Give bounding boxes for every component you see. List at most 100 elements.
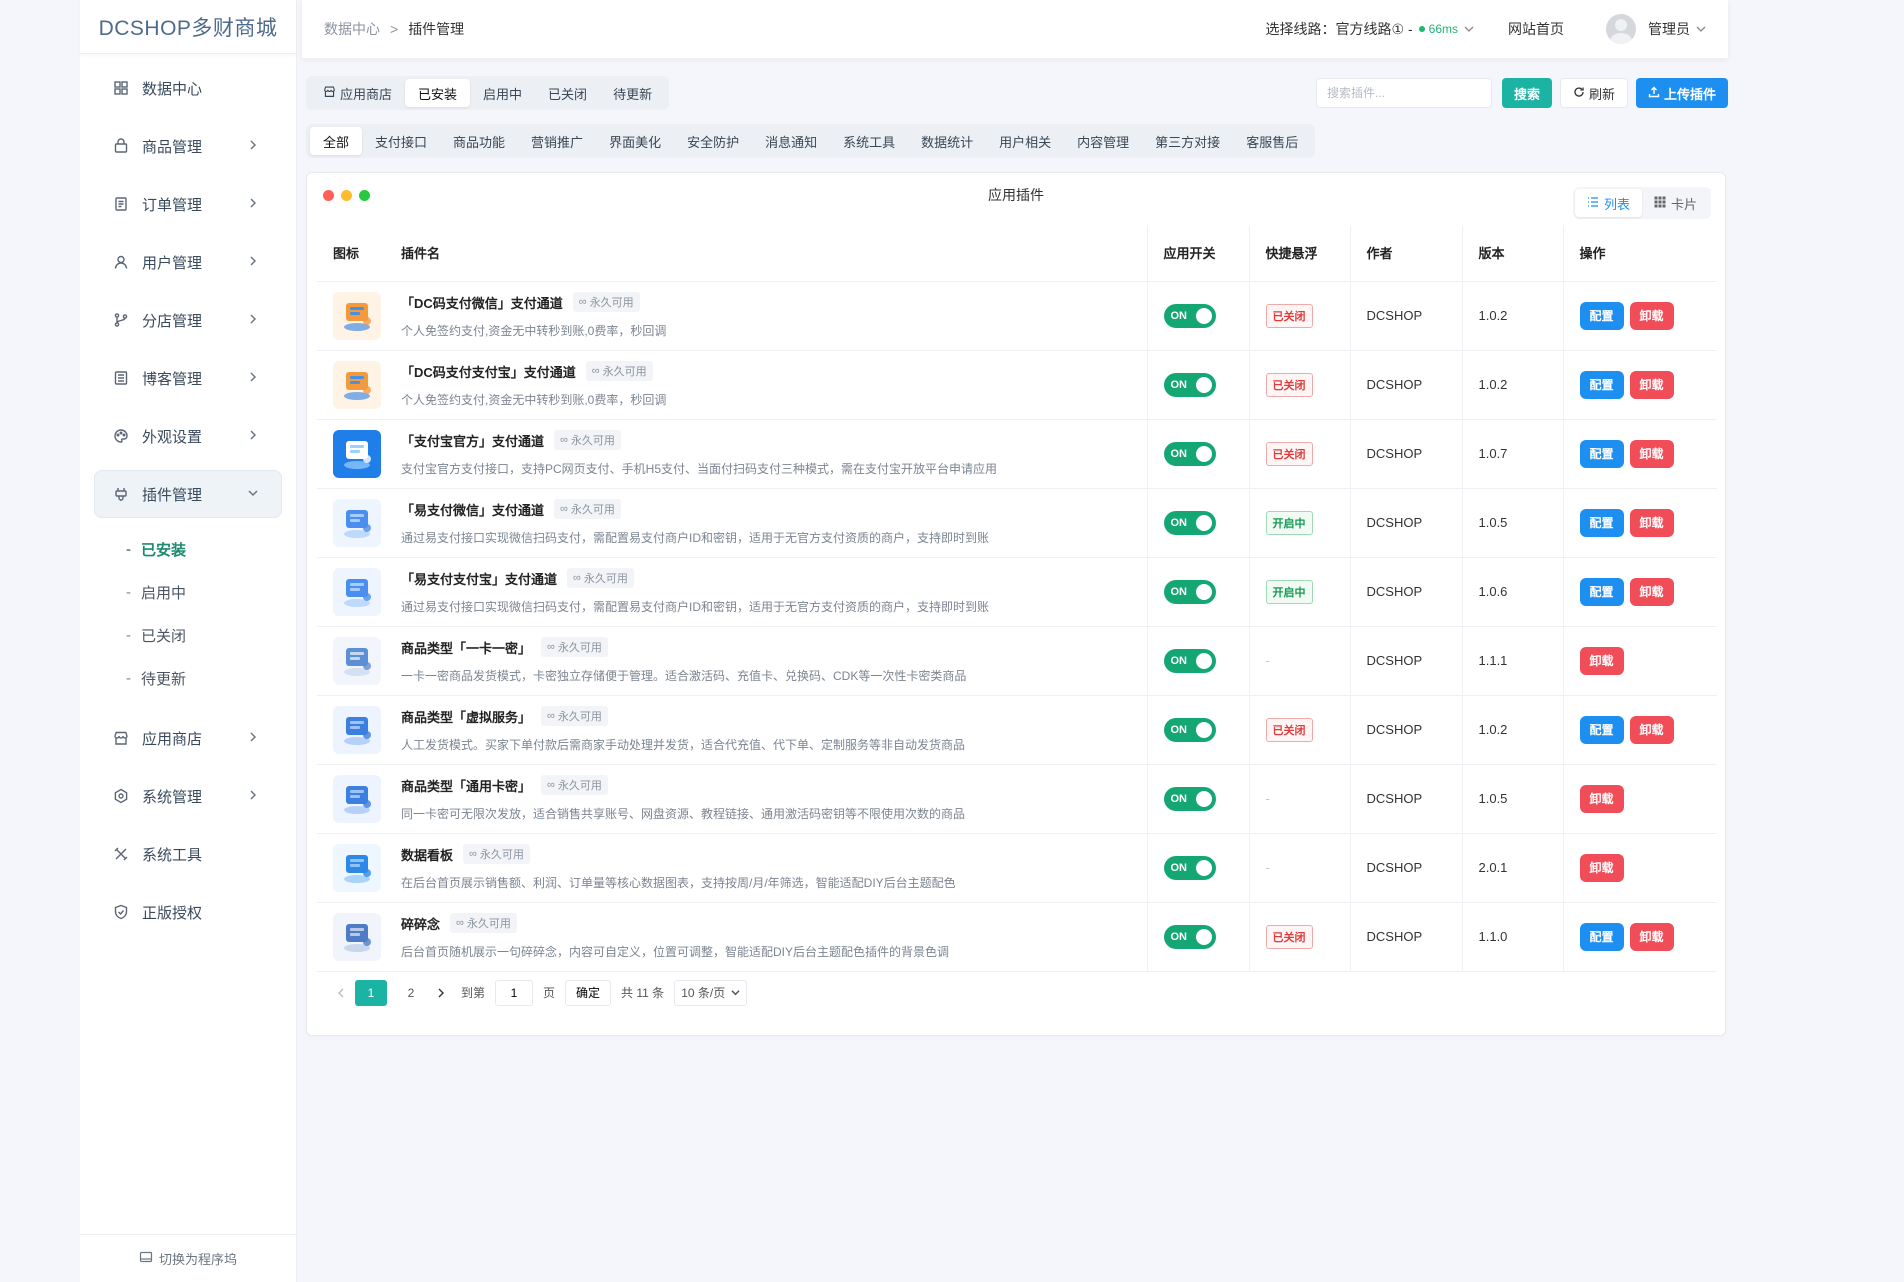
uninstall-button[interactable]: 卸载 (1579, 784, 1624, 813)
float-status-badge[interactable]: 已关闭 (1265, 717, 1313, 742)
uninstall-button[interactable]: 卸载 (1579, 646, 1624, 675)
uninstall-button[interactable]: 卸载 (1629, 922, 1674, 951)
config-button[interactable]: 配置 (1579, 577, 1624, 606)
uninstall-button[interactable]: 卸载 (1629, 370, 1674, 399)
refresh-button[interactable]: 刷新 (1559, 78, 1628, 108)
category-tab[interactable]: 内容管理 (1064, 127, 1142, 155)
category-tab[interactable]: 全部 (310, 127, 363, 155)
app-switch-toggle[interactable]: ON (1163, 855, 1216, 880)
app-switch-toggle[interactable]: ON (1163, 648, 1216, 673)
sidebar-item-blog[interactable]: 博客管理 (94, 354, 282, 402)
plugin-name: 「DC码支付微信」支付通道 (401, 295, 563, 311)
uninstall-button[interactable]: 卸载 (1629, 715, 1674, 744)
infinity-icon: ∞ (578, 296, 587, 308)
sidebar-item-dashboard[interactable]: 数据中心 (94, 64, 282, 112)
config-button[interactable]: 配置 (1579, 439, 1624, 468)
sidebar-item-orders[interactable]: 订单管理 (94, 180, 282, 228)
tab-updates[interactable]: 待更新 (600, 79, 665, 107)
tab-installed[interactable]: 已安装 (405, 79, 471, 107)
category-tab[interactable]: 客服售后 (1233, 127, 1311, 155)
config-button[interactable]: 配置 (1579, 508, 1624, 537)
page-1-button[interactable]: 1 (355, 979, 387, 1006)
upload-plugin-button[interactable]: 上传插件 (1635, 78, 1728, 108)
chevron-right-icon (248, 371, 258, 385)
float-status-badge[interactable]: 已关闭 (1265, 303, 1313, 328)
actions-cell: 配置 卸载 (1562, 902, 1717, 972)
prev-page-button[interactable] (331, 988, 351, 998)
category-tab[interactable]: 第三方对接 (1142, 127, 1233, 155)
sidebar-sub-installed[interactable]: - 已安装 (80, 528, 296, 571)
app-switch-toggle[interactable]: ON (1163, 717, 1216, 742)
app-switch-toggle[interactable]: ON (1163, 372, 1216, 397)
uninstall-button[interactable]: 卸载 (1629, 301, 1674, 330)
app-switch-toggle[interactable]: ON (1163, 786, 1216, 811)
sidebar-item-plugins[interactable]: 插件管理 (94, 470, 282, 518)
view-list-button[interactable]: 列表 (1574, 189, 1642, 217)
uninstall-button[interactable]: 卸载 (1629, 439, 1674, 468)
category-tab[interactable]: 商品功能 (440, 127, 518, 155)
category-tab[interactable]: 界面美化 (596, 127, 674, 155)
app-switch-toggle[interactable]: ON (1163, 579, 1216, 604)
float-status-badge[interactable]: 已关闭 (1265, 441, 1313, 466)
config-button[interactable]: 配置 (1579, 922, 1624, 951)
view-card-button[interactable]: 卡片 (1642, 189, 1709, 217)
sidebar-item-products[interactable]: 商品管理 (94, 122, 282, 170)
category-tab[interactable]: 系统工具 (830, 127, 908, 155)
uninstall-button[interactable]: 卸载 (1629, 577, 1674, 606)
category-tab[interactable]: 数据统计 (908, 127, 986, 155)
goto-page-input[interactable] (495, 979, 534, 1006)
app-switch-toggle[interactable]: ON (1163, 924, 1216, 949)
float-status-badge[interactable]: 已关闭 (1265, 924, 1313, 949)
line-selector[interactable]: 选择线路：官方线路① - 66ms (1266, 19, 1474, 39)
sidebar-sub-enabled[interactable]: - 启用中 (80, 571, 296, 614)
app-switch-toggle[interactable]: ON (1163, 510, 1216, 535)
search-input[interactable] (1315, 78, 1492, 108)
sidebar-item-license[interactable]: 正版授权 (94, 888, 282, 936)
switch-dock-button[interactable]: 切换为程序坞 (80, 1234, 296, 1282)
table-row: 数据看板 ∞ 永久可用 在后台首页展示销售额、利润、订单量等核心数据图表，支持按周… (317, 833, 1717, 903)
plugin-icon-cell (317, 764, 385, 834)
site-home-link[interactable]: 网站首页 (1508, 19, 1564, 39)
category-tab[interactable]: 营销推广 (518, 127, 596, 155)
status-dot-icon (1418, 26, 1425, 32)
search-button[interactable]: 搜索 (1501, 78, 1552, 108)
plugin-name: 「DC码支付支付宝」支付通道 (401, 364, 576, 380)
sidebar-item-users[interactable]: 用户管理 (94, 238, 282, 286)
category-tab[interactable]: 消息通知 (752, 127, 830, 155)
avatar[interactable] (1606, 14, 1636, 44)
breadcrumb-root[interactable]: 数据中心 (324, 19, 380, 39)
sidebar-item-branches[interactable]: 分店管理 (94, 296, 282, 344)
config-button[interactable]: 配置 (1579, 370, 1624, 399)
float-status-badge[interactable]: 开启中 (1265, 579, 1313, 604)
panel-header: 应用插件 列表 卡片 (307, 173, 1725, 225)
next-page-button[interactable] (431, 988, 451, 998)
sidebar-item-system[interactable]: 系统管理 (94, 772, 282, 820)
tab-enabled[interactable]: 启用中 (470, 79, 535, 107)
sidebar-item-store[interactable]: 应用商店 (94, 714, 282, 762)
page-2-button[interactable]: 2 (395, 980, 427, 1006)
sidebar-item-tools[interactable]: 系统工具 (94, 830, 282, 878)
tab-app-store[interactable]: 应用商店 (310, 79, 405, 107)
plugin-icon-cell (317, 557, 385, 627)
goto-confirm-button[interactable]: 确定 (565, 979, 612, 1006)
config-button[interactable]: 配置 (1579, 715, 1624, 744)
sidebar-item-appearance[interactable]: 外观设置 (94, 412, 282, 460)
app-switch-toggle[interactable]: ON (1163, 303, 1216, 328)
page-size-select[interactable]: 10 条/页 (674, 979, 748, 1006)
category-tab[interactable]: 安全防护 (674, 127, 752, 155)
category-tab[interactable]: 支付接口 (362, 127, 440, 155)
permanent-badge: ∞ 永久可用 (554, 430, 621, 450)
sidebar-sub-updates[interactable]: - 待更新 (80, 657, 296, 700)
sidebar-sub-disabled[interactable]: - 已关闭 (80, 614, 296, 657)
plugin-description: 在后台首页展示销售额、利润、订单量等核心数据图表，支持按周/月/年筛选，智能适配… (401, 876, 956, 890)
float-status-badge[interactable]: 已关闭 (1265, 372, 1313, 397)
uninstall-button[interactable]: 卸载 (1579, 853, 1624, 882)
float-status-badge[interactable]: 开启中 (1265, 510, 1313, 535)
user-menu[interactable]: 管理员 (1648, 19, 1690, 39)
tab-disabled[interactable]: 已关闭 (535, 79, 600, 107)
config-button[interactable]: 配置 (1579, 301, 1624, 330)
uninstall-button[interactable]: 卸载 (1629, 508, 1674, 537)
sidebar-item-label: 系统管理 (142, 788, 203, 806)
app-switch-toggle[interactable]: ON (1163, 441, 1216, 466)
category-tab[interactable]: 用户相关 (986, 127, 1064, 155)
